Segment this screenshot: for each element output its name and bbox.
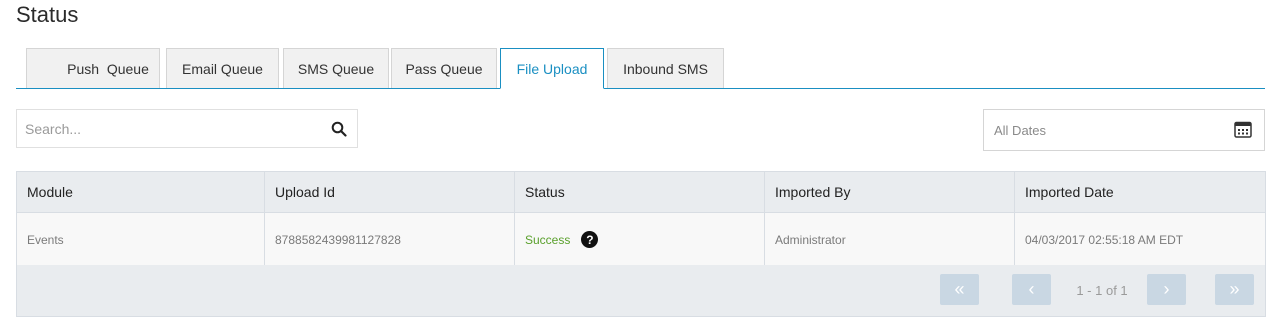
search-input[interactable] (17, 110, 317, 147)
first-page-button[interactable]: « (940, 274, 979, 305)
column-header-upload-id[interactable]: Upload Id (265, 172, 515, 212)
cell-upload-id: 8788582439981127828 (265, 213, 515, 266)
next-page-button[interactable]: › (1147, 274, 1186, 305)
tab-push-queue[interactable]: Push Queue (26, 48, 160, 88)
date-filter[interactable]: All Dates (983, 109, 1265, 151)
column-header-module[interactable]: Module (17, 172, 265, 212)
search-icon[interactable] (331, 121, 347, 137)
previous-page-button[interactable]: ‹ (1012, 274, 1051, 305)
search-box (16, 109, 358, 148)
pagination-bar: « ‹ 1 - 1 of 1 › » (16, 265, 1266, 317)
date-filter-label: All Dates (994, 123, 1047, 138)
calendar-icon[interactable] (1234, 121, 1252, 138)
cell-module: Events (17, 213, 265, 266)
tab-pass-queue[interactable]: Pass Queue (391, 48, 497, 88)
cell-imported-by: Administrator (765, 213, 1015, 266)
cell-imported-date: 04/03/2017 02:55:18 AM EDT (1025, 232, 1184, 247)
help-icon[interactable]: ? (581, 231, 599, 248)
table-header: Module Upload Id Status Imported By Impo… (17, 172, 1265, 213)
column-header-status[interactable]: Status (515, 172, 765, 212)
cell-status: Success ? (515, 213, 765, 266)
tab-email-queue[interactable]: Email Queue (166, 48, 279, 88)
uploads-table: Module Upload Id Status Imported By Impo… (16, 171, 1266, 267)
tab-sms-queue[interactable]: SMS Queue (283, 48, 389, 88)
last-page-button[interactable]: » (1215, 274, 1254, 305)
tab-file-upload[interactable]: File Upload (500, 48, 604, 89)
tab-bar: Push Queue Email Queue SMS Queue Pass Qu… (16, 48, 1265, 89)
page-info: 1 - 1 of 1 (1076, 283, 1128, 298)
status-success-text: Success (525, 232, 571, 247)
column-header-imported-by[interactable]: Imported By (765, 172, 1015, 212)
column-header-imported-date[interactable]: Imported Date (1015, 172, 1265, 212)
page-title: Status (16, 2, 79, 27)
tab-inbound-sms[interactable]: Inbound SMS (607, 48, 724, 88)
table-row[interactable]: Events 8788582439981127828 Success ? Adm… (17, 213, 1265, 266)
